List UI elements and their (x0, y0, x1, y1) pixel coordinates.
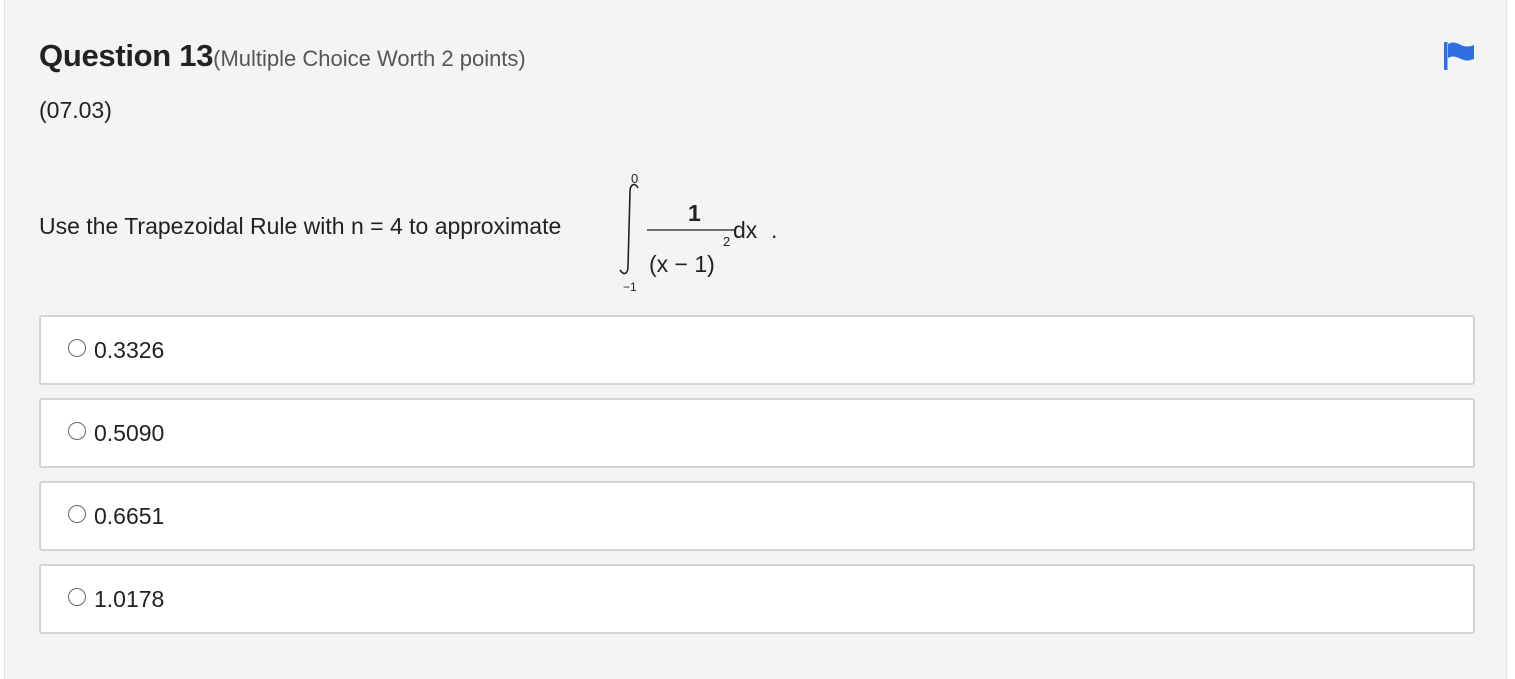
question-prompt: Use the Trapezoidal Rule with n = 4 to a… (39, 213, 562, 239)
integral-exponent: 2 (723, 234, 730, 249)
answer-option[interactable]: 1.0178 (39, 564, 1475, 634)
question-points: (Multiple Choice Worth 2 points) (213, 46, 526, 71)
radio-button[interactable] (68, 588, 86, 606)
integral-numerator: 1 (688, 200, 701, 226)
radio-button[interactable] (68, 505, 86, 523)
flag-icon[interactable] (1442, 40, 1476, 72)
integral-differential: dx (733, 217, 758, 243)
integral-sign (619, 183, 639, 275)
answer-option[interactable]: 0.5090 (39, 398, 1475, 468)
radio-button[interactable] (68, 422, 86, 440)
integral-denominator: (x − 1) (649, 251, 715, 277)
question-title: Question 13 (39, 38, 214, 73)
answer-options: 0.3326 0.5090 0.6651 1.0178 (39, 315, 1475, 647)
integral-lower-limit: −1 (623, 280, 637, 294)
integral-end-punct: . (771, 217, 777, 243)
answer-option[interactable]: 0.6651 (39, 481, 1475, 551)
question-code: (07.03) (39, 97, 112, 123)
answer-option[interactable]: 0.3326 (39, 315, 1475, 385)
question-card: Question 13(Multiple Choice Worth 2 poin… (4, 0, 1507, 679)
question-header: Question 13(Multiple Choice Worth 2 poin… (39, 38, 526, 74)
answer-label: 0.5090 (94, 419, 165, 446)
answer-label: 0.6651 (94, 502, 165, 529)
answer-label: 1.0178 (94, 585, 165, 612)
answer-label: 0.3326 (94, 336, 165, 363)
integral-expression: 0 −1 1 (x − 1) 2 dx . (619, 171, 777, 294)
radio-button[interactable] (68, 339, 86, 357)
